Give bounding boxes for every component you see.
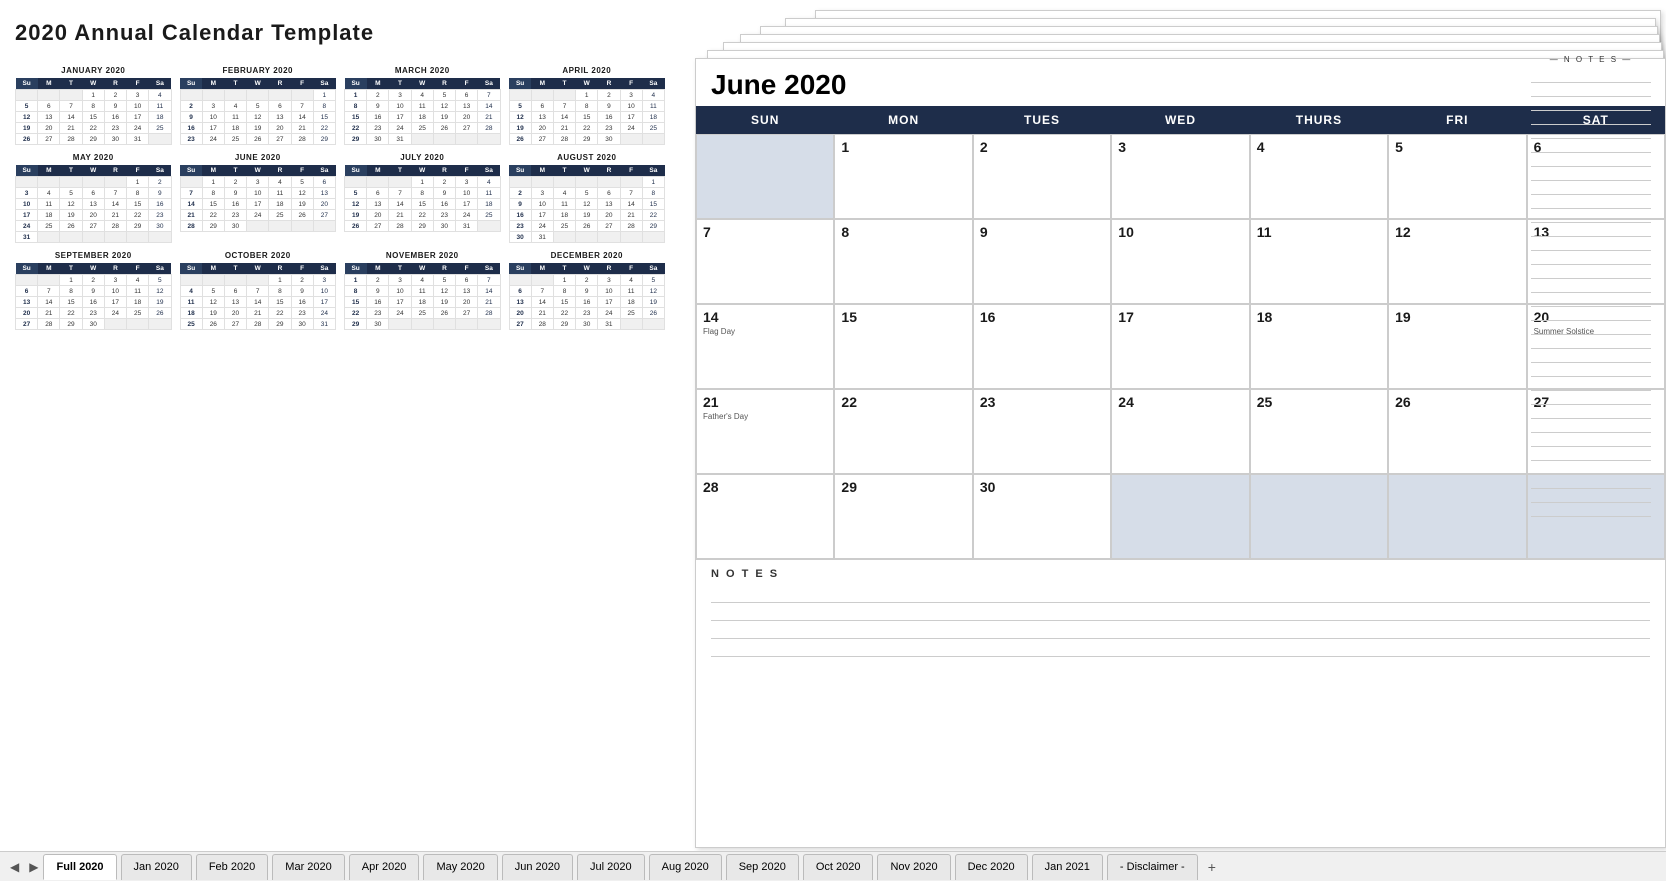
months-grid: JANUARY 2020SuMTWRFSa1234567891011121314… [15,66,665,330]
june-header-cell-fri: FRI [1388,106,1526,134]
june-grid: 1234567891011121314Flag Day151617181920S… [696,134,1665,559]
june-cell-4-4 [1250,474,1388,559]
june-cell-0-1: 1 [834,134,972,219]
annual-title: 2020 Annual Calendar Template [15,20,665,46]
june-cell-2-0: 14Flag Day [696,304,834,389]
mini-month-2: MARCH 2020SuMTWRFSa123456789101112131415… [344,66,501,145]
june-header-cell-thurs: THURS [1250,106,1388,134]
annual-overview: 2020 Annual Calendar Template JANUARY 20… [0,0,680,820]
june-cell-3-4: 25 [1250,389,1388,474]
mini-month-3: APRIL 2020SuMTWRFSa123456789101112131415… [509,66,666,145]
june-cell-2-1: 15 [834,304,972,389]
tab-dec-2020[interactable]: Dec 2020 [955,854,1028,880]
june-cell-4-5 [1388,474,1526,559]
monthly-stack: January 2020 SUN MON TUES WED THURS FRI … [695,10,1666,825]
june-cell-1-5: 12 [1388,219,1526,304]
june-full-header: SUNMONTUESWEDTHURSFRISAT [696,106,1665,134]
tab---disclaimer--[interactable]: - Disclaimer - [1107,854,1198,880]
june-cell-3-0: 21Father's Day [696,389,834,474]
june-cell-2-3: 17 [1111,304,1249,389]
june-cell-1-2: 9 [973,219,1111,304]
tab-jan-2021[interactable]: Jan 2021 [1032,854,1103,880]
tab-apr-2020[interactable]: Apr 2020 [349,854,420,880]
june-notes-rows [711,585,1650,657]
june-notes-label: N O T E S [711,568,1650,580]
june-cell-4-2: 30 [973,474,1111,559]
june-cell-0-5: 5 [1388,134,1526,219]
mini-month-8: SEPTEMBER 2020SuMTWRFSa12345678910111213… [15,251,172,330]
mini-month-11: DECEMBER 2020SuMTWRFSa123456789101112131… [509,251,666,330]
june-cell-2-4: 18 [1250,304,1388,389]
june-full-title: June 2020 [696,59,1665,106]
june-cell-4-1: 29 [834,474,972,559]
mini-month-10: NOVEMBER 2020SuMTWRFSa123456789101112131… [344,251,501,330]
tab-jan-2020[interactable]: Jan 2020 [121,854,192,880]
june-header-cell-mon: MON [834,106,972,134]
holiday-label: Father's Day [703,412,827,421]
june-cell-0-3: 3 [1111,134,1249,219]
june-cell-4-0: 28 [696,474,834,559]
holiday-label: Flag Day [703,327,827,336]
june-cell-1-1: 8 [834,219,972,304]
june-header-cell-wed: WED [1111,106,1249,134]
spreadsheet-area: 2020 Annual Calendar Template JANUARY 20… [0,0,1666,851]
june-cell-2-5: 19 [1388,304,1526,389]
mini-month-7: AUGUST 2020SuMTWRFSa12345678910111213141… [509,153,666,243]
tab-aug-2020[interactable]: Aug 2020 [649,854,722,880]
june-header-cell-sun: SUN [696,106,834,134]
june-cell-0-2: 2 [973,134,1111,219]
notes-title: — N O T E S — [1531,55,1651,64]
june-weeks-grid: 1234567891011121314Flag Day151617181920S… [696,134,1665,559]
june-cell-3-3: 24 [1111,389,1249,474]
mini-month-0: JANUARY 2020SuMTWRFSa1234567891011121314… [15,66,172,145]
app-container: 2020 Annual Calendar Template JANUARY 20… [0,0,1666,881]
tab-sep-2020[interactable]: Sep 2020 [726,854,799,880]
june-cell-1-3: 10 [1111,219,1249,304]
june-full-calendar: June 2020 SUNMONTUESWEDTHURSFRISAT 12345… [695,58,1666,848]
june-cell-3-1: 22 [834,389,972,474]
june-cell-4-3 [1111,474,1249,559]
tab-mar-2020[interactable]: Mar 2020 [272,854,344,880]
june-cell-2-2: 16 [973,304,1111,389]
notes-section: — N O T E S — [1531,55,1651,517]
mini-month-4: MAY 2020SuMTWRFSa12345678910111213141516… [15,153,172,243]
tab-feb-2020[interactable]: Feb 2020 [196,854,268,880]
tab-scroll-left[interactable]: ◀ [5,860,24,874]
tab-full-2020[interactable]: Full 2020 [43,854,116,880]
tab-may-2020[interactable]: May 2020 [423,854,497,880]
june-cell-3-5: 26 [1388,389,1526,474]
tab-jun-2020[interactable]: Jun 2020 [502,854,573,880]
tab-bar: ◀ ▶ Full 2020Jan 2020Feb 2020Mar 2020Apr… [0,851,1666,881]
mini-month-5: JUNE 2020SuMTWRFSa1234567891011121314151… [180,153,337,243]
tab-list: Full 2020Jan 2020Feb 2020Mar 2020Apr 202… [43,854,1199,880]
tab-nov-2020[interactable]: Nov 2020 [877,854,950,880]
june-cell-3-2: 23 [973,389,1111,474]
june-cell-0-4: 4 [1250,134,1388,219]
tab-jul-2020[interactable]: Jul 2020 [577,854,645,880]
tab-scroll-right[interactable]: ▶ [24,860,43,874]
june-cell-1-4: 11 [1250,219,1388,304]
add-tab-button[interactable]: + [1200,859,1224,875]
june-cell-0-0 [696,134,834,219]
june-cell-1-0: 7 [696,219,834,304]
tab-oct-2020[interactable]: Oct 2020 [803,854,874,880]
june-notes-area: N O T E S [696,559,1665,665]
june-header-cell-tues: TUES [973,106,1111,134]
mini-month-9: OCTOBER 2020SuMTWRFSa1234567891011121314… [180,251,337,330]
mini-month-6: JULY 2020SuMTWRFSa1234567891011121314151… [344,153,501,243]
mini-month-1: FEBRUARY 2020SuMTWRFSa123456789101112131… [180,66,337,145]
notes-lines [1531,69,1651,517]
